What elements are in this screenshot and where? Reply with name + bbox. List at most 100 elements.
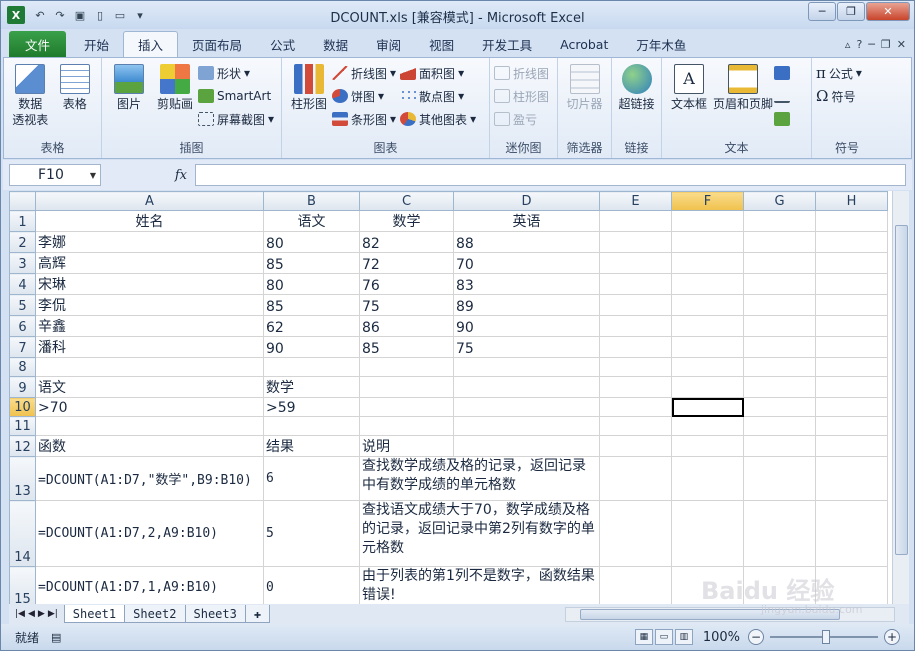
cell-H7[interactable] bbox=[815, 336, 888, 358]
cell-E3[interactable] bbox=[599, 252, 672, 274]
cell-C9[interactable] bbox=[359, 376, 454, 398]
row-header[interactable]: 14 bbox=[9, 500, 36, 567]
normal-view-icon[interactable]: ▦ bbox=[634, 629, 653, 645]
cell-G8[interactable] bbox=[743, 357, 816, 377]
cell-C6[interactable]: 86 bbox=[359, 315, 454, 337]
cell-A4[interactable]: 宋琳 bbox=[35, 273, 264, 295]
cell-C7[interactable]: 85 bbox=[359, 336, 454, 358]
cell-C3[interactable]: 72 bbox=[359, 252, 454, 274]
cell-F14[interactable] bbox=[671, 500, 744, 567]
cell-B1[interactable]: 语文 bbox=[263, 210, 360, 232]
cell-F4[interactable] bbox=[671, 273, 744, 295]
cell-C13[interactable]: 查找数学成绩及格的记录，返回记录中有数学成绩的单元格数 bbox=[359, 456, 600, 501]
cell-H11[interactable] bbox=[815, 416, 888, 436]
cell-A6[interactable]: 辛鑫 bbox=[35, 315, 264, 337]
sheet-tab-sheet1[interactable]: Sheet1 bbox=[63, 605, 126, 623]
row-header[interactable]: 8 bbox=[9, 357, 36, 377]
cell-A2[interactable]: 李娜 bbox=[35, 231, 264, 253]
cell-H1[interactable] bbox=[815, 210, 888, 232]
sheet-tab-sheet2[interactable]: Sheet2 bbox=[124, 605, 186, 623]
formula-input[interactable] bbox=[195, 164, 906, 186]
cell-B9[interactable]: 数学 bbox=[263, 376, 360, 398]
zoom-slider-knob[interactable] bbox=[822, 630, 830, 644]
cell-G10[interactable] bbox=[743, 397, 816, 417]
select-all-corner[interactable] bbox=[9, 191, 36, 211]
cell-C12[interactable]: 说明 bbox=[359, 435, 454, 457]
cell-G13[interactable] bbox=[743, 456, 816, 501]
cell-E5[interactable] bbox=[599, 294, 672, 316]
cell-B4[interactable]: 80 bbox=[263, 273, 360, 295]
cell-F7[interactable] bbox=[671, 336, 744, 358]
cell-G4[interactable] bbox=[743, 273, 816, 295]
pie-chart-button[interactable]: 饼图 ▾ bbox=[332, 86, 396, 106]
cell-F2[interactable] bbox=[671, 231, 744, 253]
smartart-button[interactable]: SmartArt bbox=[198, 86, 274, 106]
cell-B3[interactable]: 85 bbox=[263, 252, 360, 274]
minimize-ribbon-icon[interactable]: ▵ bbox=[845, 38, 851, 51]
cell-A14[interactable]: =DCOUNT(A1:D7,2,A9:B10) bbox=[35, 500, 264, 567]
cell-F6[interactable] bbox=[671, 315, 744, 337]
sparkline-line-button[interactable]: 折线图 bbox=[494, 63, 549, 83]
tab-page-layout[interactable]: 页面布局 bbox=[178, 31, 256, 57]
cell-A1[interactable]: 姓名 bbox=[35, 210, 264, 232]
scatter-chart-button[interactable]: 散点图 ▾ bbox=[400, 86, 476, 106]
cell-E7[interactable] bbox=[599, 336, 672, 358]
cell-B11[interactable] bbox=[263, 416, 360, 436]
cell-D11[interactable] bbox=[453, 416, 600, 436]
cell-A13[interactable]: =DCOUNT(A1:D7,"数学",B9:B10) bbox=[35, 456, 264, 501]
cell-H4[interactable] bbox=[815, 273, 888, 295]
cell-E15[interactable] bbox=[599, 566, 672, 604]
cell-D10[interactable] bbox=[453, 397, 600, 417]
redo-icon[interactable]: ↷ bbox=[51, 6, 69, 24]
cell-F13[interactable] bbox=[671, 456, 744, 501]
cell-B2[interactable]: 80 bbox=[263, 231, 360, 253]
symbol-button[interactable]: Ω 符号 bbox=[816, 86, 862, 106]
close-button[interactable]: ✕ bbox=[866, 2, 910, 21]
cell-D1[interactable]: 英语 bbox=[453, 210, 600, 232]
row-header[interactable]: 1 bbox=[9, 210, 36, 232]
cell-C1[interactable]: 数学 bbox=[359, 210, 454, 232]
tab-insert[interactable]: 插入 bbox=[123, 31, 179, 57]
cell-E10[interactable] bbox=[599, 397, 672, 417]
cell-H15[interactable] bbox=[815, 566, 888, 604]
cell-D6[interactable]: 90 bbox=[453, 315, 600, 337]
cell-A9[interactable]: 语文 bbox=[35, 376, 264, 398]
cell-B10[interactable]: >59 bbox=[263, 397, 360, 417]
tab-developer[interactable]: 开发工具 bbox=[468, 31, 546, 57]
cell-E12[interactable] bbox=[599, 435, 672, 457]
cell-F10[interactable] bbox=[671, 397, 744, 417]
cell-D2[interactable]: 88 bbox=[453, 231, 600, 253]
cell-F15[interactable] bbox=[671, 566, 744, 604]
cell-E8[interactable] bbox=[599, 357, 672, 377]
zoom-level[interactable]: 100% bbox=[703, 630, 740, 645]
cell-A7[interactable]: 潘科 bbox=[35, 336, 264, 358]
row-header[interactable]: 3 bbox=[9, 252, 36, 274]
minimize-button[interactable]: ─ bbox=[808, 2, 836, 21]
cell-C15[interactable]: 由于列表的第1列不是数字，函数结果错误! bbox=[359, 566, 600, 604]
zoom-out-button[interactable]: − bbox=[748, 629, 764, 645]
cell-G7[interactable] bbox=[743, 336, 816, 358]
sparkline-column-button[interactable]: 柱形图 bbox=[494, 86, 549, 106]
insert-function-button[interactable]: fx bbox=[101, 164, 195, 186]
col-header[interactable]: E bbox=[599, 191, 672, 211]
signature-line-button[interactable] bbox=[774, 86, 790, 106]
cell-E2[interactable] bbox=[599, 231, 672, 253]
cell-E1[interactable] bbox=[599, 210, 672, 232]
col-header[interactable]: H bbox=[815, 191, 888, 211]
first-sheet-icon[interactable]: |◀ bbox=[15, 609, 25, 619]
cell-B14[interactable]: 5 bbox=[263, 500, 360, 567]
tab-review[interactable]: 审阅 bbox=[362, 31, 415, 57]
cell-A12[interactable]: 函数 bbox=[35, 435, 264, 457]
last-sheet-icon[interactable]: ▶| bbox=[48, 609, 58, 619]
shapes-button[interactable]: 形状 ▾ bbox=[198, 63, 274, 83]
vertical-scroll-thumb[interactable] bbox=[895, 225, 908, 555]
name-box-dropdown-icon[interactable]: ▼ bbox=[90, 171, 96, 180]
cell-A15[interactable]: =DCOUNT(A1:D7,1,A9:B10) bbox=[35, 566, 264, 604]
cell-D3[interactable]: 70 bbox=[453, 252, 600, 274]
cell-H10[interactable] bbox=[815, 397, 888, 417]
cell-E4[interactable] bbox=[599, 273, 672, 295]
macro-record-icon[interactable]: ▤ bbox=[51, 631, 61, 644]
prev-sheet-icon[interactable]: ◀ bbox=[28, 609, 35, 619]
tab-data[interactable]: 数据 bbox=[309, 31, 362, 57]
col-header[interactable]: D bbox=[453, 191, 600, 211]
